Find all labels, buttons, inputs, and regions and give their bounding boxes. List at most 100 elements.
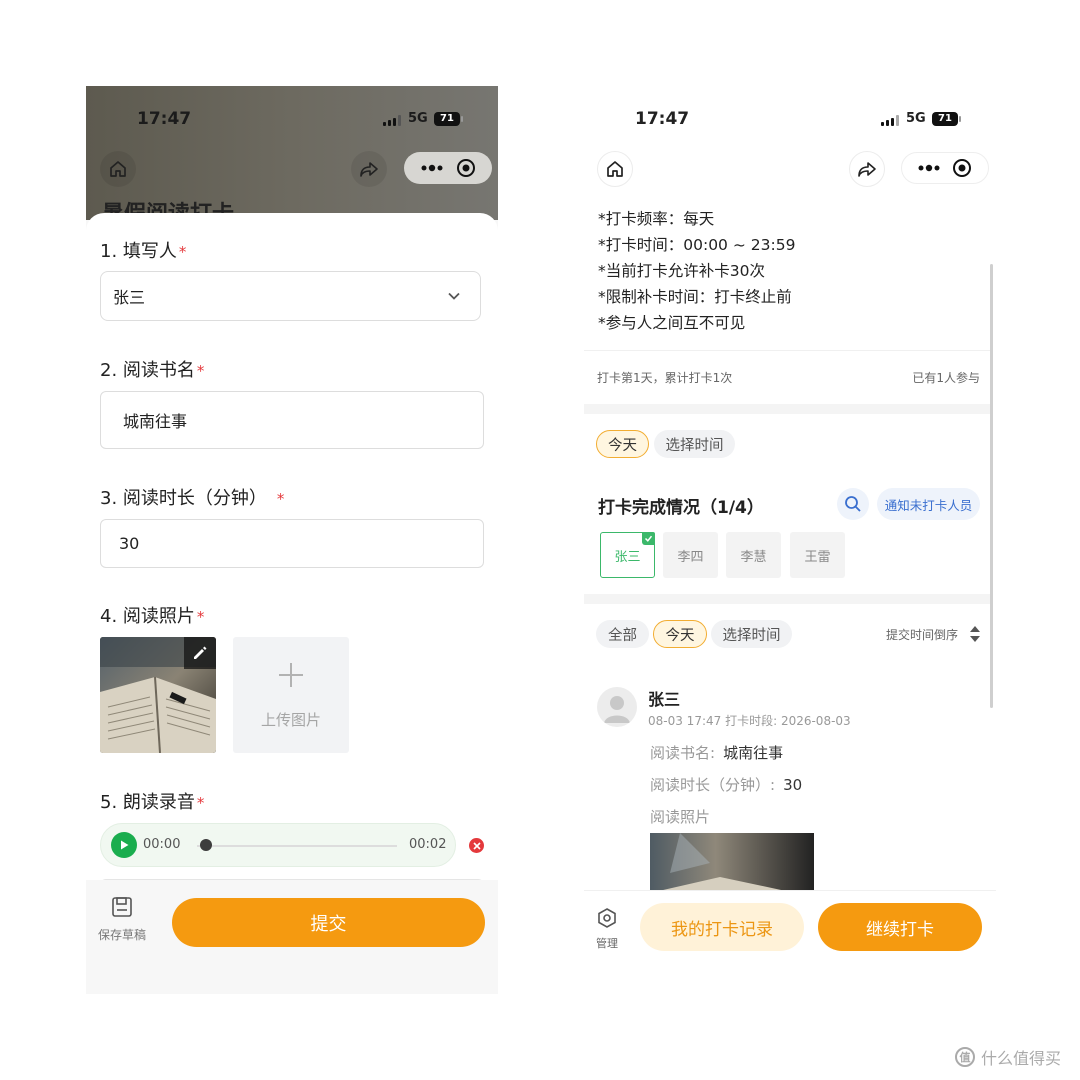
member-name: 李慧 xyxy=(740,549,767,565)
rule-makeup-count: *当前打卡允许补卡30次 xyxy=(598,262,765,280)
home-icon xyxy=(110,161,126,177)
close-miniprogram-icon[interactable] xyxy=(952,158,972,178)
continue-checkin-button[interactable]: 继续打卡 xyxy=(818,903,982,951)
post-duration-label: 阅读时长（分钟）: xyxy=(650,776,776,794)
signal-icon xyxy=(383,115,401,126)
more-icon[interactable] xyxy=(421,164,443,172)
required-mark: * xyxy=(276,490,285,508)
signal-icon xyxy=(881,115,899,126)
rule-time: *打卡时间：00:00 ~ 23:59 xyxy=(598,236,796,254)
member-chip[interactable]: 李慧 xyxy=(726,532,781,578)
question-2-label: 2. 阅读书名 * xyxy=(100,360,205,381)
play-icon xyxy=(121,840,129,850)
question-3-label: 3. 阅读时长（分钟） * xyxy=(100,488,285,509)
section-divider xyxy=(584,594,992,604)
watermark-logo-icon: 值 xyxy=(955,1047,975,1067)
rule-frequency: *打卡频率：每天 xyxy=(598,210,715,228)
question-1-label: 1. 填写人 * xyxy=(100,241,187,262)
required-mark: * xyxy=(178,243,187,261)
home-button[interactable] xyxy=(597,151,633,187)
audio-player: 00:00 00:02 xyxy=(100,823,456,867)
chevron-down-icon xyxy=(448,292,460,300)
search-button[interactable] xyxy=(837,488,869,520)
duration-value: 30 xyxy=(119,534,140,553)
audio-current-time: 00:00 xyxy=(143,837,181,852)
more-icon[interactable] xyxy=(918,164,940,172)
save-draft-button[interactable]: 保存草稿 xyxy=(96,896,148,943)
edit-photo-button[interactable] xyxy=(184,637,216,669)
detail-footer: 管理 我的打卡记录 继续打卡 xyxy=(584,890,996,994)
status-time: 17:47 xyxy=(635,109,690,129)
sort-label[interactable]: 提交时间倒序 xyxy=(886,626,958,643)
audio-progress-knob[interactable] xyxy=(200,839,212,851)
filter-pick-time[interactable]: 选择时间 xyxy=(654,430,735,458)
member-chip[interactable]: 王雷 xyxy=(790,532,845,578)
close-miniprogram-icon[interactable] xyxy=(456,158,476,178)
manage-label: 管理 xyxy=(596,937,618,950)
question-5-label: 5. 朗读录音 * xyxy=(100,792,205,813)
rule-makeup-limit: *限制补卡时间：打卡终止前 xyxy=(598,288,792,306)
filler-select[interactable]: 张三 xyxy=(100,271,481,321)
miniprogram-capsule xyxy=(404,152,492,184)
required-mark: * xyxy=(196,794,205,812)
post-book-label: 阅读书名: xyxy=(650,744,716,762)
member-chip[interactable]: 李四 xyxy=(663,532,718,578)
audio-progress-track[interactable] xyxy=(197,845,397,847)
play-button[interactable] xyxy=(111,832,137,858)
check-icon xyxy=(642,532,655,545)
network-label: 5G xyxy=(408,111,428,126)
post-duration-row: 阅读时长（分钟）: 30 xyxy=(650,774,802,795)
share-icon xyxy=(858,162,876,177)
rule-visibility: *参与人之间互不可见 xyxy=(598,314,746,332)
share-button[interactable] xyxy=(351,151,387,187)
upload-photo-button[interactable]: 上传图片 xyxy=(233,637,349,753)
audio-duration: 00:02 xyxy=(409,837,447,852)
home-icon xyxy=(607,161,623,177)
manage-button[interactable]: 管理 xyxy=(592,907,622,951)
checkin-form-screen: 17:47 5G 71 暑假阅读打卡 1. 填写人* 张三 2. 阅读书名* 城… xyxy=(86,86,498,994)
battery-icon: 71 xyxy=(932,112,961,126)
member-chip[interactable]: 张三 xyxy=(600,532,655,578)
duration-input[interactable]: 30 xyxy=(100,519,484,568)
share-button[interactable] xyxy=(849,151,885,187)
delete-audio-button[interactable] xyxy=(469,838,484,853)
member-name: 王雷 xyxy=(804,549,831,565)
notify-unchecked-button[interactable]: 通知未打卡人员 xyxy=(877,488,980,520)
header-banner: 17:47 5G 71 暑假阅读打卡 xyxy=(86,86,498,227)
member-name: 李四 xyxy=(677,549,704,565)
pencil-icon xyxy=(194,646,207,659)
save-draft-label: 保存草稿 xyxy=(97,928,146,942)
upload-photo-label: 上传图片 xyxy=(260,711,321,729)
manage-icon xyxy=(598,908,616,928)
submit-button[interactable]: 提交 xyxy=(172,898,485,947)
filter-all[interactable]: 全部 xyxy=(596,620,649,648)
my-records-button[interactable]: 我的打卡记录 xyxy=(640,903,804,951)
filter-pick-time[interactable]: 选择时间 xyxy=(711,620,792,648)
home-button[interactable] xyxy=(100,151,136,187)
user-icon xyxy=(604,696,630,723)
reading-photo-thumbnail[interactable] xyxy=(100,637,216,753)
filter-today[interactable]: 今天 xyxy=(653,620,707,648)
post-book-value: 城南往事 xyxy=(723,744,784,762)
site-watermark: 值 什么值得买 xyxy=(955,1045,1061,1069)
completion-title: 打卡完成情况（1/4） xyxy=(598,498,764,518)
post-duration-value: 30 xyxy=(783,776,803,794)
watermark-text: 什么值得买 xyxy=(981,1049,1062,1068)
section-divider xyxy=(584,404,992,414)
post-user-name: 张三 xyxy=(648,690,681,709)
save-icon xyxy=(112,897,132,917)
checkin-day-summary: 打卡第1天，累计打卡1次 xyxy=(597,371,733,385)
post-book-row: 阅读书名: 城南往事 xyxy=(650,742,783,763)
battery-icon: 71 xyxy=(434,112,463,126)
miniprogram-capsule xyxy=(901,152,989,184)
member-name: 张三 xyxy=(614,549,641,565)
search-icon xyxy=(845,496,861,512)
scrollbar[interactable] xyxy=(990,264,993,708)
book-name-input[interactable]: 城南往事 xyxy=(100,391,484,449)
close-icon xyxy=(472,841,481,850)
required-mark: * xyxy=(196,362,205,380)
status-bar: 17:47 5G 71 xyxy=(584,86,996,150)
participant-count: 已有1人参与 xyxy=(912,371,980,385)
filter-today[interactable]: 今天 xyxy=(596,430,649,458)
sort-icon[interactable] xyxy=(969,625,981,643)
